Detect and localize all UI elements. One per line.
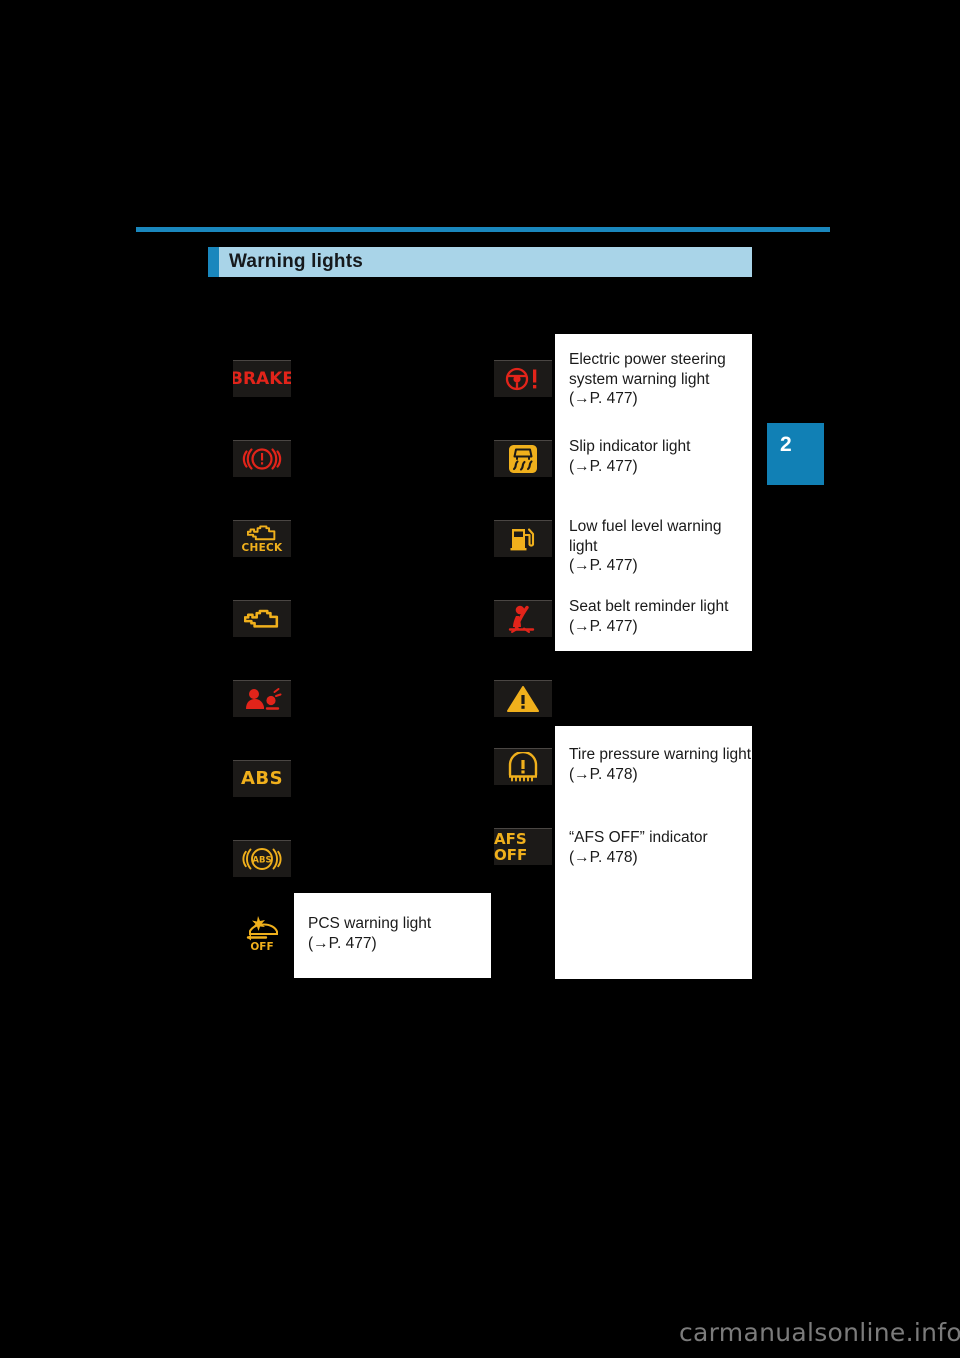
engine-malfunction-icon [233, 600, 291, 637]
brake-circle-exclamation-glyph [242, 448, 282, 470]
tire-pressure-warning-icon [494, 748, 552, 785]
callout-entry-seat-belt: Seat belt reminder light (→P. 477) [569, 598, 729, 635]
section-header-accent [208, 247, 219, 277]
pcs-off-glyph: OFF [246, 916, 278, 953]
warning-triangle-glyph [507, 686, 539, 712]
vehicle-skid-glyph [509, 445, 537, 473]
callout-entry-eps: Electric power steering system warning l… [569, 351, 726, 407]
callout-left-bottom: PCS warning light (→P. 477) [294, 893, 491, 978]
steering-wheel-exclamation-glyph [505, 367, 537, 391]
abs-circle-glyph: ABS [242, 848, 282, 870]
callout-entry-low-fuel: Low fuel level warning light (→P. 477) [569, 518, 722, 574]
callout-entry-pcs: PCS warning light (→P. 477) [308, 915, 432, 952]
afs-off-label: AFS OFF [494, 830, 528, 864]
tire-pressure-glyph [508, 752, 538, 782]
seatbelt-person-glyph [508, 605, 535, 633]
top-rule-divider [136, 227, 830, 232]
chapter-tab: 2 [767, 423, 824, 485]
abs-icon-label: ABS [240, 768, 284, 789]
brake-system-warning-text-icon: BRAKE [233, 360, 291, 397]
check-engine-label: CHECK [241, 541, 283, 554]
manual-page: Warning lights 2 BRAKE CHECK ABS ABS OFF… [0, 0, 960, 1358]
seat-belt-reminder-icon [494, 600, 552, 637]
engine-block-glyph [244, 609, 279, 628]
site-watermark: carmanualsonline.info [679, 1318, 960, 1347]
afs-off-indicator-icon: AFS OFF [494, 828, 552, 865]
callout-right-bottom: Tire pressure warning light (→P. 478) “A… [555, 726, 752, 979]
fuel-pump-glyph [510, 528, 535, 551]
page-title: Warning lights [229, 251, 364, 272]
check-engine-icon: CHECK [233, 520, 291, 557]
brake-assist-warning-icon: ABS [233, 840, 291, 877]
pcs-warning-off-icon: OFF [233, 908, 291, 954]
section-header: Warning lights [208, 247, 752, 277]
callout-entry-slip: Slip indicator light (→P. 477) [569, 438, 691, 475]
slip-indicator-icon [494, 440, 552, 477]
brake-icon-label: BRAKE [233, 368, 291, 389]
airbag-person-glyph [246, 688, 282, 710]
svg-text:OFF: OFF [250, 941, 273, 953]
master-warning-icon [494, 680, 552, 717]
callout-entry-afs-off: “AFS OFF” indicator (→P. 478) [569, 829, 708, 866]
brake-system-warning-icon [233, 440, 291, 477]
callout-entry-tire-pressure: Tire pressure warning light (→P. 478) [569, 746, 752, 783]
chapter-tab-number: 2 [780, 433, 792, 456]
srs-airbag-warning-icon [233, 680, 291, 717]
svg-text:ABS: ABS [252, 856, 271, 866]
callout-right-top: Electric power steering system warning l… [555, 334, 752, 651]
electric-power-steering-warning-icon [494, 360, 552, 397]
abs-warning-icon: ABS [233, 760, 291, 797]
low-fuel-level-warning-icon [494, 520, 552, 557]
engine-block-glyph [247, 525, 276, 540]
